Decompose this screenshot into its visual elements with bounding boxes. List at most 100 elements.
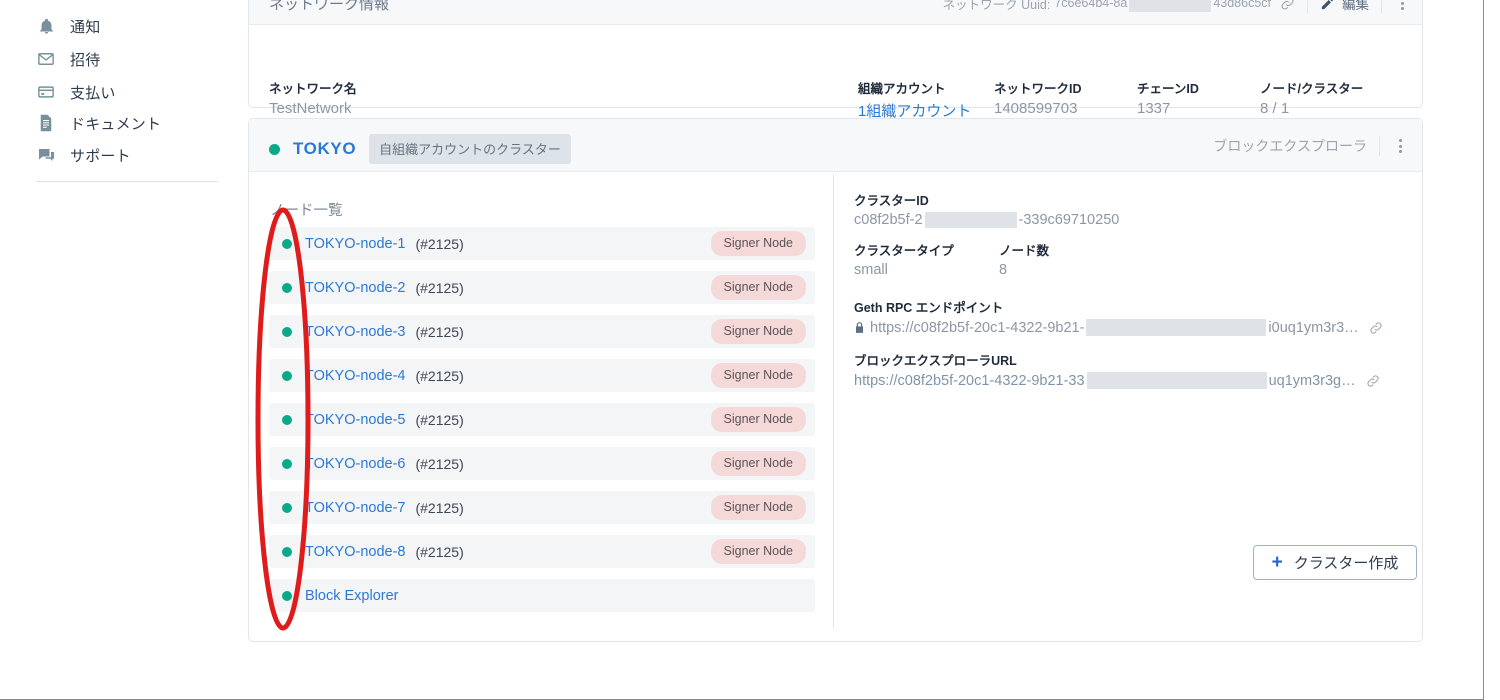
cluster-name-link[interactable]: TOKYO <box>293 139 356 159</box>
node-role-badge: Signer Node <box>710 319 806 344</box>
field-network-name: ネットワーク名 TestNetwork <box>269 78 357 117</box>
node-list: TOKYO-node-1 (#2125) Signer Node TOKYO-node… <box>269 227 815 623</box>
node-row[interactable]: TOKYO-node-3 (#2125) Signer Node <box>269 315 815 348</box>
sidebar-item-billing[interactable]: 支払い <box>36 79 116 105</box>
cluster-card-body: ノード一覧 TOKYO-node-1 (#2125) Signer Node TOKY… <box>249 172 1422 643</box>
detail-value: https://c08f2b5f-20c1-4322-9b21- i0uq1ym… <box>854 319 1383 336</box>
network-more-menu-icon[interactable] <box>1394 0 1410 10</box>
node-id: (#2125) <box>415 411 464 428</box>
column-divider <box>833 174 834 629</box>
node-name-link[interactable]: TOKYO-node-4 <box>305 368 405 384</box>
node-status-dot <box>282 326 292 337</box>
edit-network-button[interactable]: 編集 <box>1320 0 1369 13</box>
detail-label: ノード数 <box>999 244 1050 258</box>
node-name-link[interactable]: TOKYO-node-1 <box>305 236 405 252</box>
detail-label: ブロックエクスプローラURL <box>854 354 1017 368</box>
sidebar-item-invitations[interactable]: 招待 <box>36 46 100 72</box>
node-name-link[interactable]: TOKYO-node-8 <box>305 544 405 560</box>
main-content: ネットワーク情報 ネットワーク Uuid: 7c6e64b4-8a 43d86c… <box>236 0 1483 700</box>
block-explorer-link[interactable]: ブロックエクスプローラ <box>1213 136 1367 156</box>
node-name-link[interactable]: TOKYO-node-6 <box>305 456 405 472</box>
bell-icon <box>36 16 56 36</box>
sidebar-item-notifications[interactable]: 通知 <box>36 13 100 39</box>
sidebar-item-label: サポート <box>70 147 131 165</box>
node-row[interactable]: TOKYO-node-6 (#2125) Signer Node <box>269 447 815 480</box>
network-uuid-redaction <box>1129 0 1212 12</box>
page-border-right <box>1483 0 1484 700</box>
node-name-link[interactable]: Block Explorer <box>305 588 398 604</box>
node-row[interactable]: TOKYO-node-5 (#2125) Signer Node <box>269 403 815 436</box>
sidebar: 通知 招待 支払い ドキュメント サポート <box>0 0 236 700</box>
detail-value: c08f2b5f-2 -339c69710250 <box>854 212 1119 228</box>
node-id: (#2125) <box>415 367 464 384</box>
field-label: ノード/クラスター <box>1260 82 1364 96</box>
edit-network-label: 編集 <box>1342 0 1369 12</box>
node-row[interactable]: Block Explorer <box>269 579 815 612</box>
node-status-dot <box>282 590 292 601</box>
create-cluster-button[interactable]: + クラスター作成 <box>1253 545 1417 580</box>
node-status-dot <box>282 414 292 425</box>
cluster-card: TOKYO 自組織アカウントのクラスター ブロックエクスプローラ ノード一覧 T… <box>248 118 1423 642</box>
lock-icon <box>854 321 865 334</box>
field-value: TestNetwork <box>269 100 352 117</box>
node-id: (#2125) <box>415 455 464 472</box>
detail-value: 8 <box>999 262 1008 278</box>
node-status-dot <box>282 370 292 381</box>
field-label: ネットワークID <box>994 82 1082 96</box>
network-info-card: ネットワーク情報 ネットワーク Uuid: 7c6e64b4-8a 43d86c… <box>248 0 1423 120</box>
node-row[interactable]: TOKYO-node-8 (#2125) Signer Node <box>269 535 815 568</box>
node-name-link[interactable]: TOKYO-node-5 <box>305 412 405 428</box>
node-row[interactable]: TOKYO-node-1 (#2125) Signer Node <box>269 227 815 260</box>
node-id: (#2125) <box>415 499 464 516</box>
sidebar-item-documents[interactable]: ドキュメント <box>36 110 161 136</box>
field-org-account: 組織アカウント 1組織アカウント <box>858 78 971 121</box>
network-info-fields: ネットワーク名 TestNetwork 組織アカウント 1組織アカウント ネット… <box>249 25 1422 120</box>
sidebar-item-label: 通知 <box>70 18 101 36</box>
node-status-dot <box>282 238 292 249</box>
node-id: (#2125) <box>415 235 464 252</box>
cluster-status-dot <box>269 143 280 155</box>
cluster-card-header: TOKYO 自組織アカウントのクラスター ブロックエクスプローラ <box>249 119 1422 172</box>
create-cluster-label: クラスター作成 <box>1293 555 1399 572</box>
network-uuid-suffix: 43d86c5cf <box>1213 0 1271 10</box>
envelope-icon <box>36 49 56 69</box>
field-chain-id: チェーンID 1337 <box>1137 78 1199 117</box>
node-role-badge: Signer Node <box>710 451 806 476</box>
node-role-badge: Signer Node <box>710 407 806 432</box>
node-row[interactable]: TOKYO-node-2 (#2125) Signer Node <box>269 271 815 304</box>
network-uuid-label: ネットワーク Uuid: <box>942 0 1051 12</box>
detail-value: small <box>854 262 888 278</box>
cluster-header-divider <box>1379 136 1380 156</box>
node-id: (#2125) <box>415 543 464 560</box>
copy-explorer-url-icon[interactable] <box>1366 374 1380 388</box>
node-name-link[interactable]: TOKYO-node-7 <box>305 500 405 516</box>
sidebar-item-support[interactable]: サポート <box>36 142 131 168</box>
node-role-badge: Signer Node <box>710 495 806 520</box>
explorer-url-redaction <box>1086 372 1267 389</box>
network-info-title: ネットワーク情報 <box>269 0 390 13</box>
header-divider-2 <box>1381 0 1382 13</box>
node-status-dot <box>282 502 292 513</box>
field-value: 8 / 1 <box>1260 100 1290 117</box>
sidebar-item-label: 支払い <box>70 84 116 102</box>
node-row[interactable]: TOKYO-node-4 (#2125) Signer Node <box>269 359 815 392</box>
node-id: (#2125) <box>415 323 464 340</box>
node-name-link[interactable]: TOKYO-node-2 <box>305 280 405 296</box>
detail-block-explorer-url: ブロックエクスプローラURL https://c08f2b5f-20c1-432… <box>854 350 1380 389</box>
node-status-dot <box>282 546 292 557</box>
detail-geth-rpc-endpoint: Geth RPC エンドポイント https://c08f2b5f-20c1-4… <box>854 297 1383 336</box>
node-row[interactable]: TOKYO-node-7 (#2125) Signer Node <box>269 491 815 524</box>
node-id: (#2125) <box>415 279 464 296</box>
node-list-title: ノード一覧 <box>270 203 343 219</box>
header-divider <box>1307 0 1308 13</box>
detail-node-count: ノード数 8 <box>999 240 1049 278</box>
copy-rpc-url-icon[interactable] <box>1369 321 1383 335</box>
copy-link-icon[interactable] <box>1280 0 1295 11</box>
sidebar-divider <box>36 181 218 182</box>
node-role-badge: Signer Node <box>710 539 806 564</box>
node-name-link[interactable]: TOKYO-node-3 <box>305 324 405 340</box>
rpc-url-suffix: i0uq1ym3r3… <box>1268 319 1359 336</box>
cluster-title-group: TOKYO 自組織アカウントのクラスター <box>269 134 571 164</box>
cluster-more-menu-icon[interactable] <box>1392 139 1408 153</box>
detail-cluster-id: クラスターID c08f2b5f-2 -339c69710250 <box>854 190 1119 228</box>
